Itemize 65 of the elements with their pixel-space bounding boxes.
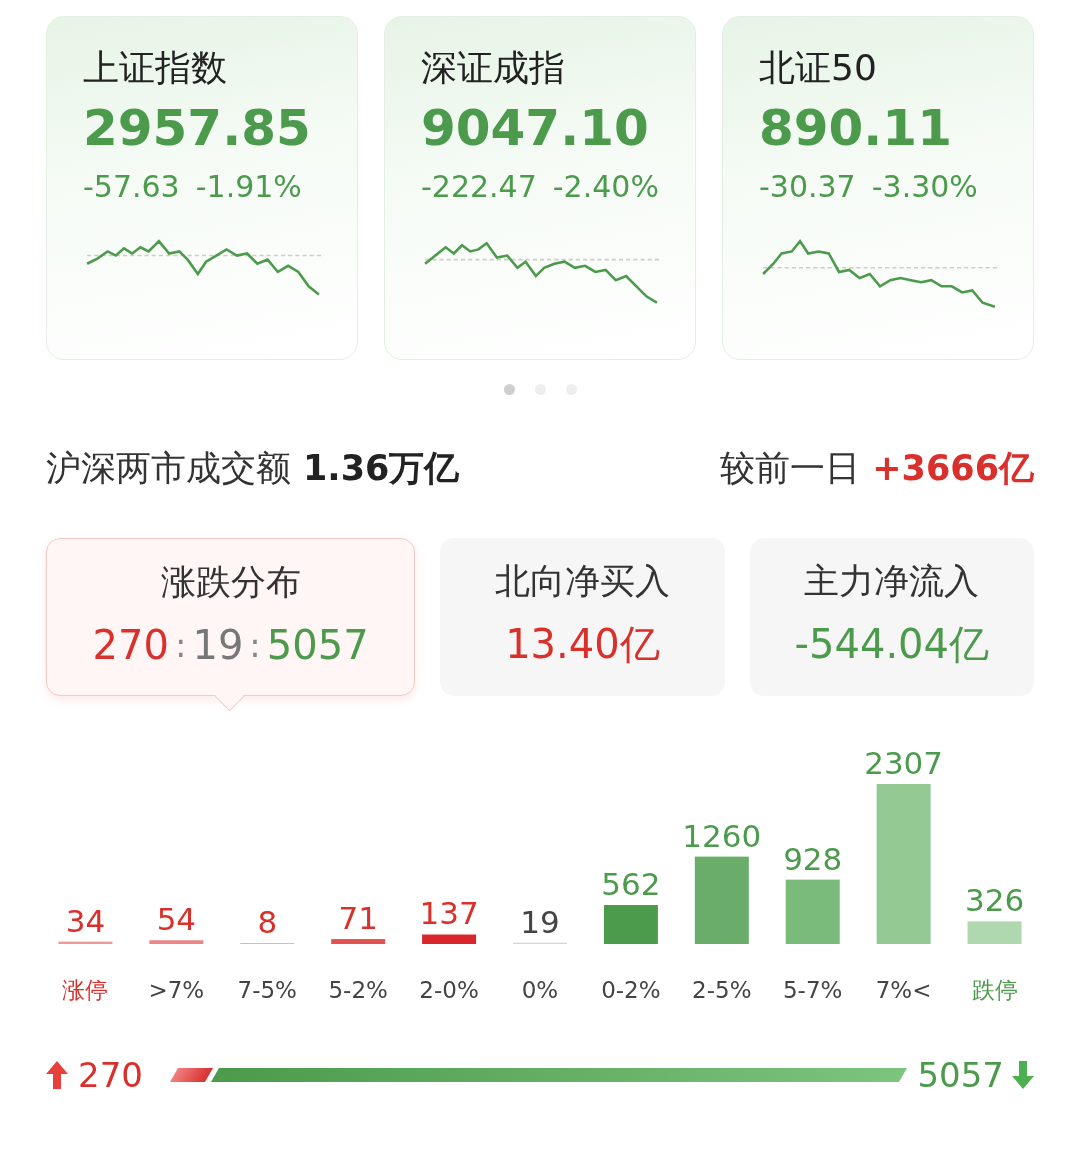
bar-value-label: 326 [964,882,1025,919]
bar-value-label: 54 [156,901,197,938]
category-label: 2-5% [692,976,752,1005]
index-price: 890.11 [759,98,953,159]
tab-value: 13.40亿 [505,620,660,669]
stat-tab[interactable]: 北向净买入 13.40亿 [440,538,725,696]
bar [967,921,1022,944]
flat-count: 19 [192,621,244,670]
index-change: -30.37 [759,168,856,206]
tab-title: 主力净流入 [804,560,980,603]
down-count: 5057 [266,621,369,670]
index-price: 9047.10 [421,98,650,159]
bar-value-label: 562 [601,866,661,902]
index-price: 2957.85 [83,98,312,159]
index-name: 上证指数 [83,46,228,90]
index-name: 北证50 [759,46,878,90]
bar [331,939,386,944]
bar-value-label: 1260 [682,817,762,854]
category-label: 0-2% [601,976,661,1005]
up-total: 270 [78,1055,143,1095]
bar-value-label: 8 [257,904,278,941]
category-label: 2-0% [419,976,479,1005]
bar-value-label: 2307 [864,745,944,781]
category-label: 0% [521,976,559,1005]
turnover-label: 沪深两市成交额 [46,447,291,490]
stat-tab[interactable]: 主力净流入 -544.04亿 [749,538,1034,696]
category-label: 5-2% [328,976,388,1005]
category-label: 7-5% [237,976,297,1005]
up-count: 270 [92,621,169,670]
down-arrow-icon [1012,1061,1034,1089]
down-total: 5057 [917,1055,1004,1095]
index-percent: -2.40% [552,168,659,206]
category-label: 涨停 [62,976,109,1005]
bar-value-label: 34 [65,902,106,939]
bar-value-label: 19 [520,903,560,940]
bar [58,941,113,944]
index-card[interactable]: 上证指数 2957.85 -57.63 -1.91% [46,16,358,360]
index-card[interactable]: 深证成指 9047.10 -222.47 -2.40% [384,16,696,360]
category-label: >7% [148,976,205,1005]
bar [603,905,658,944]
index-percent: -3.30% [871,168,978,206]
index-change: -57.63 [83,168,180,206]
index-percent: -1.91% [195,168,302,206]
index-name: 深证成指 [421,46,566,90]
bar-value-label: 137 [419,895,479,932]
tab-title: 北向净买入 [494,560,670,603]
colon-separator: : [249,624,261,667]
bar-value-label: 928 [783,840,843,877]
up-arrow-icon [46,1061,68,1089]
page-dot[interactable] [503,384,515,395]
compare-label: 较前一日 [720,447,861,490]
index-card[interactable]: 北证50 890.11 -30.37 -3.30% [722,16,1034,360]
category-label: 5-7% [783,976,843,1005]
bar [422,934,477,944]
bar [149,940,204,944]
compare-value: +3666亿 [872,447,1034,490]
index-change: -222.47 [421,168,537,206]
tab-value: -544.04亿 [794,620,989,669]
colon-separator: : [174,624,187,667]
bar-value-label: 71 [338,900,378,937]
bar [785,879,840,944]
turnover-value: 1.36万亿 [303,447,460,490]
category-label: 7%< [875,976,932,1005]
tab-title: 涨跌分布 [160,561,301,604]
category-label: 跌停 [971,976,1018,1005]
